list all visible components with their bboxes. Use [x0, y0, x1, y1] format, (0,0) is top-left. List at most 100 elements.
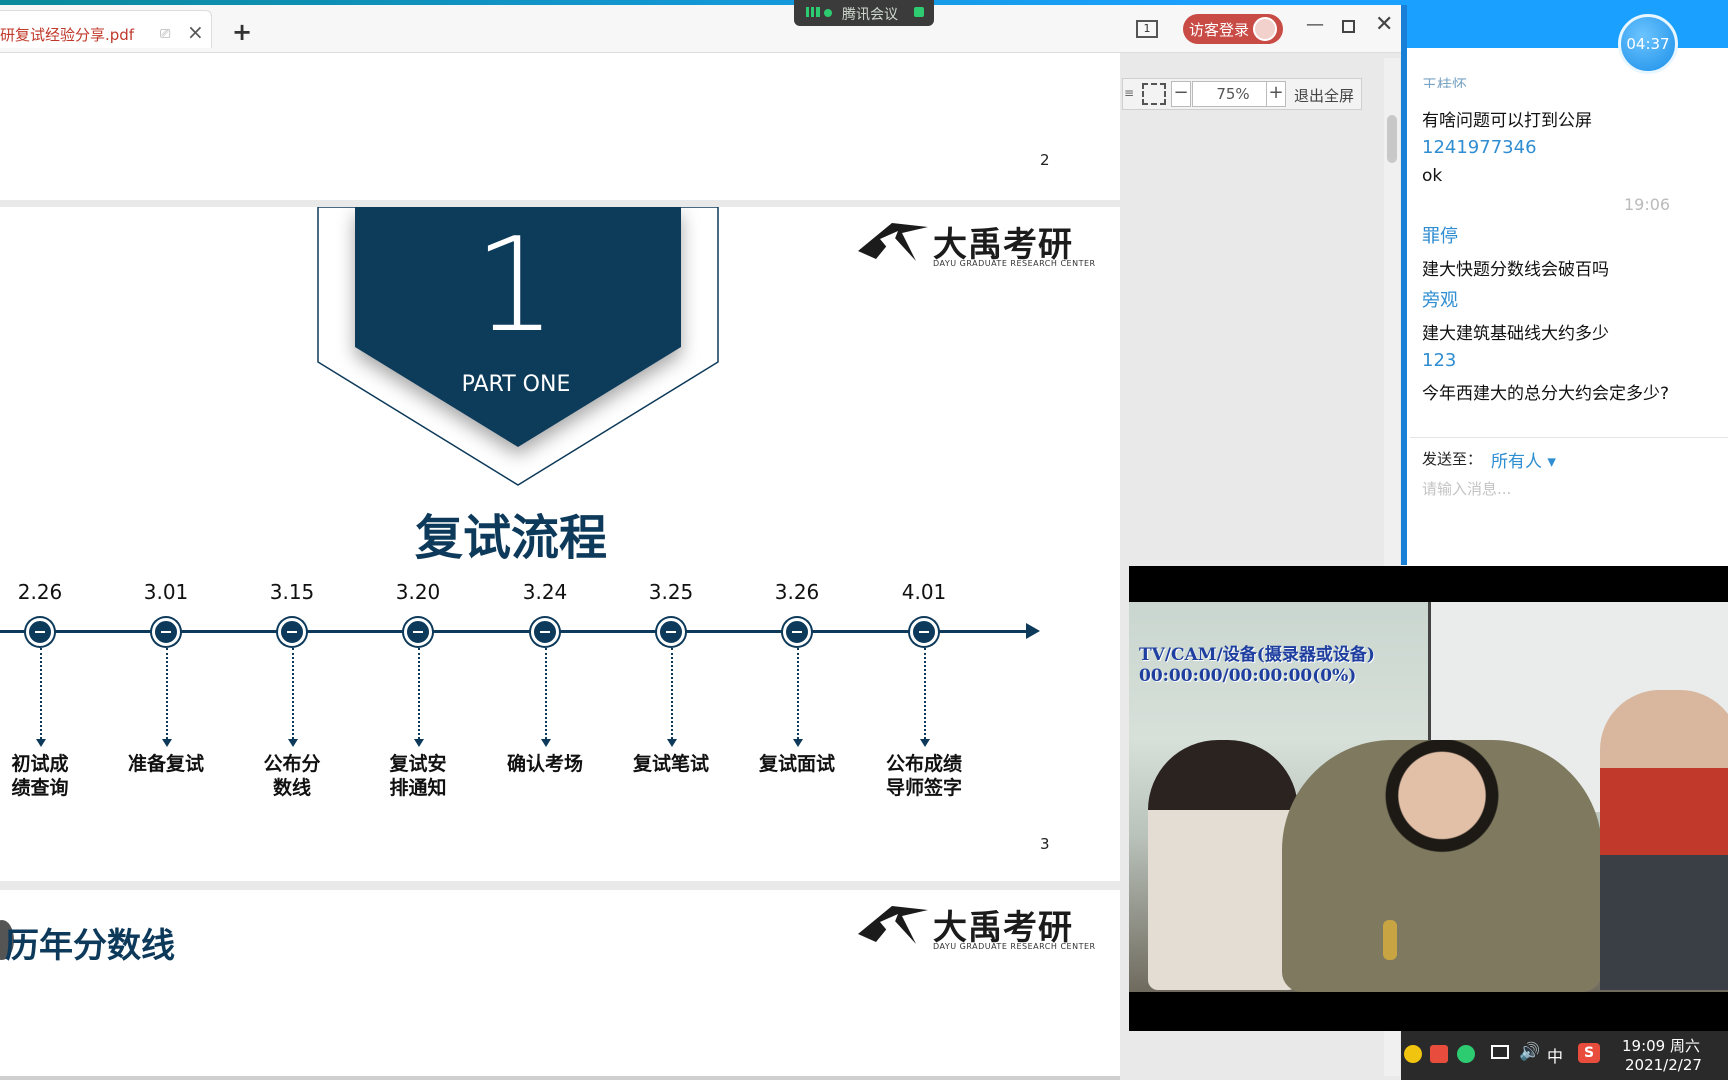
chat-sender-name: 罪停 — [1422, 226, 1458, 247]
participant-figure — [1282, 740, 1602, 992]
timeline-label: 确认考场 — [495, 752, 595, 776]
page-layout-icon[interactable]: 1 — [1136, 20, 1158, 38]
timeline-connector — [288, 648, 298, 747]
menu-icon[interactable]: ≡ — [1124, 86, 1134, 100]
timeline-connector — [36, 648, 46, 747]
video-overlay-source: TV/CAM/设备(摄录器或设备) — [1139, 645, 1375, 665]
clock-time[interactable]: 19:09 周六 — [1622, 1035, 1700, 1056]
timeline-label-line: 初试成 — [11, 753, 69, 775]
network-icon[interactable] — [1491, 1045, 1509, 1059]
timeline-label-line: 复试面试 — [758, 753, 835, 775]
minimize-icon[interactable]: — — [1306, 14, 1324, 35]
timeline-label: 公布成绩 导师签字 — [874, 752, 974, 800]
timeline-label-line: 公布成绩 — [885, 753, 962, 775]
chat-message: 建大建筑基础线大约多少 — [1422, 324, 1609, 344]
signal-icon — [806, 7, 820, 17]
tray-plus-icon[interactable] — [1457, 1045, 1475, 1063]
chat-sender-name: 旁观 — [1422, 290, 1458, 311]
volume-icon[interactable]: 🔊 — [1519, 1042, 1540, 1062]
timeline-date: 2.26 — [17, 580, 63, 604]
timeline-label: 初试成 绩查询 — [0, 752, 90, 800]
microphone-icon — [1383, 920, 1397, 960]
chat-message: 建大快题分数线会破百吗 — [1422, 260, 1609, 280]
tray-app-icon[interactable] — [1404, 1045, 1422, 1063]
dayu-logo: 大禹考研 DAYU GRADUATE RESEARCH CENTER — [858, 900, 1108, 954]
ime-indicator[interactable]: 中 — [1547, 1043, 1563, 1067]
timeline-node — [404, 618, 432, 646]
sogou-input-icon[interactable]: S — [1578, 1043, 1600, 1063]
new-tab-button[interactable]: + — [232, 18, 252, 46]
avatar-icon[interactable] — [1253, 17, 1277, 41]
timeline-node — [910, 618, 938, 646]
part-label: PART ONE — [461, 372, 571, 397]
timeline-date: 3.24 — [522, 580, 568, 604]
timeline-date: 3.26 — [774, 580, 820, 604]
timeline-label-line: 数线 — [272, 777, 311, 799]
security-shield-icon[interactable] — [1430, 1045, 1448, 1063]
chat-message: 有啥问题可以打到公屏 — [1422, 111, 1592, 131]
page-number: 3 — [1040, 835, 1050, 853]
dayu-logo-mark-icon — [858, 223, 928, 261]
divider — [1410, 437, 1728, 438]
timeline-label-line: 导师签字 — [885, 777, 962, 799]
timeline-connector — [667, 648, 677, 747]
timeline-label-line: 绩查询 — [11, 777, 69, 799]
chat-timestamp: 19:06 — [1624, 195, 1671, 214]
timeline-label-line: 公布分 — [263, 753, 321, 775]
timeline-connector — [793, 648, 803, 747]
slide-title: 复试流程 — [415, 510, 608, 566]
timeline-date: 3.25 — [648, 580, 694, 604]
timeline-node — [531, 618, 559, 646]
chat-input[interactable]: 请输入消息... — [1422, 478, 1511, 499]
dayu-logo-mark-icon — [858, 906, 928, 944]
zoom-in-button[interactable]: + — [1266, 81, 1286, 107]
timeline-node — [278, 618, 306, 646]
tab-close-icon[interactable]: × — [187, 20, 204, 44]
maximize-icon[interactable] — [1342, 20, 1355, 33]
timeline-label: 复试面试 — [747, 752, 847, 776]
clock-date[interactable]: 2021/2/27 — [1625, 1056, 1702, 1074]
recipient-select[interactable]: 所有人 ▾ — [1491, 447, 1556, 472]
chat-message: 今年西建大的总分大约会定多少? — [1422, 384, 1670, 404]
chat-sender-name: 1241977346 — [1422, 137, 1537, 158]
page-gap — [0, 1076, 1120, 1080]
meeting-indicator[interactable]: 腾讯会议 — [794, 0, 934, 26]
tab-title[interactable]: 研复试经验分享.pdf — [0, 24, 134, 45]
timeline-label-line: 确认考场 — [506, 753, 583, 775]
scrollbar-thumb[interactable] — [1387, 115, 1397, 163]
logo-subtitle: DAYU GRADUATE RESEARCH CENTER — [933, 259, 1096, 268]
pdf-page-2: 2 — [0, 53, 1120, 200]
timeline-connector — [162, 648, 172, 747]
timeline-label: 复试安 排通知 — [368, 752, 468, 800]
arrow-right-icon — [1026, 623, 1040, 639]
timeline-node — [783, 618, 811, 646]
fit-screen-icon[interactable] — [1142, 83, 1166, 105]
close-icon[interactable]: ✕ — [1375, 12, 1393, 37]
timeline-label-line: 准备复试 — [127, 753, 204, 775]
zoom-out-button[interactable]: − — [1171, 81, 1191, 107]
timeline-node — [26, 618, 54, 646]
shield-icon — [914, 7, 924, 17]
timeline-node — [657, 618, 685, 646]
logo-subtitle: DAYU GRADUATE RESEARCH CENTER — [933, 942, 1096, 951]
exit-fullscreen-button[interactable]: 退出全屏 — [1294, 85, 1354, 106]
timeline-node — [152, 618, 180, 646]
pin-icon[interactable]: ⎚ — [160, 27, 176, 42]
countdown-timer[interactable]: 04:37 — [1618, 14, 1678, 74]
slide-title: 历年分数线 — [5, 926, 175, 966]
timeline-date: 3.15 — [269, 580, 315, 604]
timeline-connector — [920, 648, 930, 747]
dayu-logo: 大禹考研 DAYU GRADUATE RESEARCH CENTER — [858, 217, 1108, 271]
timeline-connector — [541, 648, 551, 747]
zoom-level-input[interactable]: 75% — [1192, 81, 1274, 107]
timeline-label: 复试笔试 — [621, 752, 721, 776]
chat-header — [1401, 5, 1728, 48]
timeline-label: 公布分 数线 — [242, 752, 342, 800]
timeline-label: 准备复试 — [116, 752, 216, 776]
timeline-date: 4.01 — [901, 580, 947, 604]
page-number: 2 — [1040, 151, 1050, 169]
video-overlay-timecode: 00:00:00/00:00:00(0%) — [1139, 666, 1357, 686]
send-to-label: 发送至： — [1422, 450, 1483, 468]
timeline-label-line: 复试安 — [389, 753, 447, 775]
timeline-connector — [414, 648, 424, 747]
